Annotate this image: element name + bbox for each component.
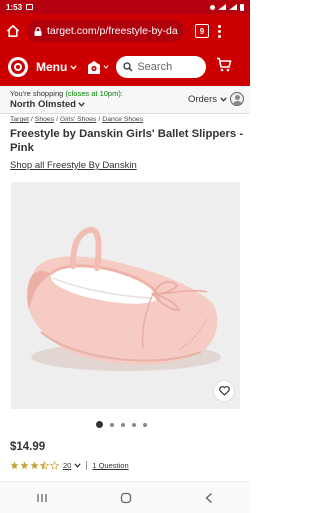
shop-all-brand-link[interactable]: Shop all Freestyle By Danskin bbox=[10, 160, 137, 171]
account-icon[interactable] bbox=[230, 92, 244, 106]
ballet-slipper-image bbox=[26, 226, 221, 371]
browser-toolbar: target.com/p/freestyle-by-da 9 bbox=[0, 14, 250, 48]
chevron-down-icon bbox=[103, 65, 109, 69]
home-nav-icon[interactable] bbox=[120, 492, 132, 504]
search-placeholder: Search bbox=[137, 61, 173, 73]
lock-icon bbox=[34, 26, 42, 36]
star-icon bbox=[10, 461, 19, 470]
tab-switcher-icon[interactable]: 9 bbox=[195, 24, 209, 38]
breadcrumb-target[interactable]: Target bbox=[10, 116, 29, 123]
battery-icon bbox=[240, 3, 244, 11]
alarm-icon bbox=[210, 4, 215, 10]
star-empty-icon bbox=[50, 461, 59, 470]
carousel-dot-4[interactable] bbox=[132, 422, 136, 427]
product-image[interactable] bbox=[11, 182, 240, 409]
more-vert-icon[interactable] bbox=[218, 24, 221, 38]
notification-icon bbox=[26, 4, 34, 10]
orders-button[interactable]: Orders bbox=[188, 92, 244, 106]
store-icon[interactable] bbox=[87, 60, 109, 75]
url-text: target.com/p/freestyle-by-da bbox=[47, 25, 178, 37]
search-icon bbox=[123, 62, 133, 72]
breadcrumb-girls-shoes[interactable]: Girls' Shoes bbox=[60, 116, 96, 123]
wifi-icon bbox=[218, 4, 226, 10]
carousel-dot-1[interactable] bbox=[96, 421, 103, 428]
carousel-dot-5[interactable] bbox=[143, 422, 147, 427]
cart-icon[interactable] bbox=[216, 57, 232, 77]
store-name: North Olmsted bbox=[10, 99, 76, 110]
chevron-down-icon bbox=[220, 96, 227, 102]
menu-button[interactable]: Menu bbox=[36, 60, 78, 74]
carousel-dot-2[interactable] bbox=[110, 422, 114, 427]
menu-label: Menu bbox=[36, 60, 68, 74]
rating-count[interactable]: 20 bbox=[63, 461, 71, 470]
chevron-down-icon bbox=[70, 64, 78, 70]
site-header: Menu Search bbox=[0, 48, 250, 86]
store-selector[interactable]: You're shopping (closes at 10pm): North … bbox=[0, 86, 250, 114]
signal-icon bbox=[229, 4, 237, 10]
chevron-down-icon[interactable] bbox=[74, 463, 81, 468]
status-time: 1:53 bbox=[6, 2, 23, 12]
rating-divider bbox=[86, 461, 88, 470]
questions-link[interactable]: 1 Question bbox=[92, 461, 128, 470]
chevron-down-icon bbox=[78, 102, 85, 107]
breadcrumb-shoes[interactable]: Shoes bbox=[35, 116, 54, 123]
star-icon bbox=[30, 461, 39, 470]
recents-icon[interactable] bbox=[36, 493, 48, 503]
orders-label: Orders bbox=[187, 93, 217, 105]
image-carousel-dots bbox=[96, 421, 147, 428]
carousel-dot-3[interactable] bbox=[121, 422, 125, 427]
shopping-label: You're shopping bbox=[10, 89, 64, 98]
product-price: $14.99 bbox=[10, 441, 46, 453]
search-input[interactable]: Search bbox=[116, 56, 207, 78]
star-rating[interactable] bbox=[10, 461, 59, 470]
system-navigation-bar bbox=[0, 481, 250, 513]
store-hours: (closes at 10pm): bbox=[65, 89, 123, 98]
product-title: Freestyle by Danskin Girls' Ballet Slipp… bbox=[10, 128, 244, 154]
star-icon bbox=[20, 461, 29, 470]
breadcrumb-dance-shoes[interactable]: Dance Shoes bbox=[102, 116, 143, 123]
status-icons bbox=[210, 3, 244, 11]
back-icon[interactable] bbox=[204, 492, 214, 504]
star-half-icon bbox=[40, 461, 49, 470]
status-bar: 1:53 bbox=[0, 0, 250, 14]
favorite-button[interactable] bbox=[214, 381, 234, 401]
breadcrumb: Target / Shoes / Girls' Shoes / Dance Shoes bbox=[10, 116, 144, 123]
heart-icon bbox=[218, 386, 230, 396]
target-logo-icon[interactable] bbox=[8, 57, 28, 77]
rating-row: 20 1 Question bbox=[10, 461, 129, 470]
url-bar[interactable]: target.com/p/freestyle-by-da bbox=[27, 20, 185, 42]
home-icon[interactable] bbox=[5, 23, 21, 39]
